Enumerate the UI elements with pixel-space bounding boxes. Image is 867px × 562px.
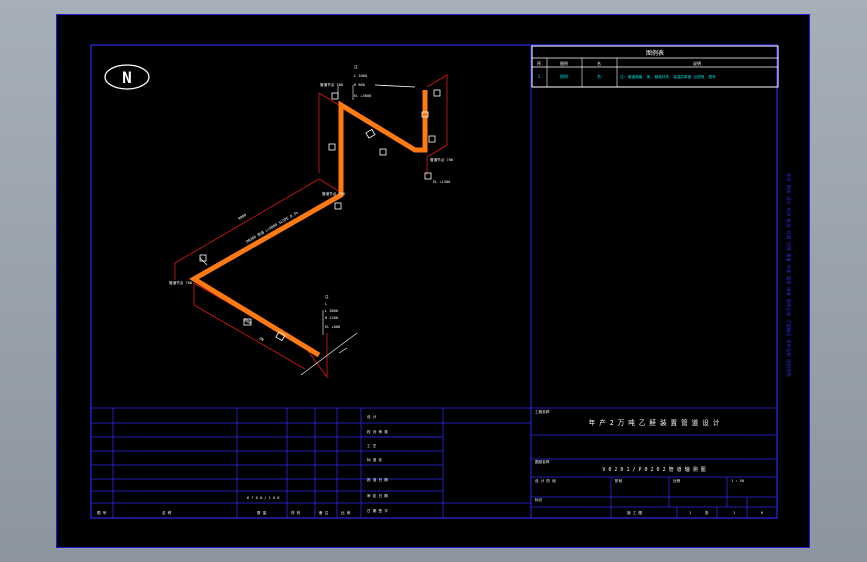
legend-cell-1: 1 [538, 74, 541, 79]
title-block-text: 设 计 校 对 审 核 工 艺 标 准 化 批 准 日 期 审 定 日 期 日 … [97, 409, 763, 515]
drawing-header: 图纸名称 [535, 459, 550, 464]
legend-header-1: 序 [537, 60, 541, 66]
label-bottom-dim-4: H 1200 [325, 316, 338, 320]
fitting-box-icon [328, 143, 336, 151]
stage-label: 设 计 阶 段 [535, 478, 556, 483]
label-bottom-dim-2: L [325, 302, 327, 306]
fitting-box-icon [199, 254, 207, 262]
compass-letter: N [122, 68, 132, 87]
label-top-dim-1: 注 [354, 64, 358, 69]
footer-cell-6: 比 例 [341, 510, 351, 515]
sign-row-1: 设 计 [367, 414, 377, 419]
cad-drawing-canvas: N 图例表 序 图例 名 说明 1 图例 名 注: 管道规格, 坡, 管道材质,… [90, 44, 792, 519]
legend-cell-4: 注: 管道规格, 坡, 管道材质, 保温层厚度 见说明, 图号 [620, 74, 716, 79]
last-row-4: 1 [733, 511, 735, 515]
piping-labels: 管道节点 700 注 L 1000 H 800 EL +3600 管道节点 70… [169, 64, 453, 342]
sign-row-3: 工 艺 [367, 443, 377, 448]
label-dim-long: 9000 [238, 213, 247, 221]
label-bottom-dim-3: L 3000 [325, 309, 338, 313]
drawing-sheet: N 图例表 序 图例 名 说明 1 图例 名 注: 管道规格, 坡, 管道材质,… [56, 14, 810, 548]
stage-value: 阶段 [615, 478, 623, 483]
legend-header-4: 说明 [693, 60, 701, 66]
fitting-box-icon [433, 89, 441, 97]
legend-header-3: 名 [597, 60, 601, 66]
sign-row-4: 标 准 化 [367, 457, 383, 462]
sign-row-2: 校 对 审 核 [367, 429, 388, 434]
piping-isometric: 管道节点 700 注 L 1000 H 800 EL +3600 管道节点 70… [169, 64, 453, 379]
fitting-box-icon [428, 135, 436, 143]
label-bottom-dim-1: 注 [325, 294, 329, 299]
footer-cell-3: 数 量 [257, 510, 267, 515]
footer-cell-2: 名 称 [162, 510, 172, 515]
label-bottom-dim-5: EL +800 [325, 325, 340, 329]
last-row-3: 张 [705, 510, 709, 515]
footer-cell-4: 材 料 [291, 510, 301, 515]
legend-table: 图例表 序 图例 名 说明 1 图例 名 注: 管道规格, 坡, 管道材质, 保… [531, 45, 779, 88]
label-long-run: DN300 管道 L=9000 SLOPE 0.3% [245, 210, 299, 244]
sign-row-6: 审 定 日 期 [367, 493, 388, 498]
side-annotation: 图号 审核 设计 校对 批准 日期 比例 重量 共张 第张 版本 修改记录 工程… [785, 173, 792, 377]
label-top-node: 管道节点 700 [320, 82, 343, 87]
legend-cell-3: 名 [597, 73, 601, 79]
pipe-route [189, 90, 428, 358]
sign-row-7: 日 期 签 字 [367, 508, 388, 513]
fitting-box-icon [424, 172, 432, 180]
rev-label: 标记 [535, 497, 543, 502]
drawing-title: V 0 2 0 1 / P 0 2 0 2 管 道 轴 测 图 [602, 466, 705, 473]
label-right-node: 管道节点 700 [430, 157, 453, 162]
sign-row-5: 批 准 日 期 [367, 477, 388, 482]
fitting-box-icon [334, 202, 342, 210]
project-header: 工程名称 [535, 409, 550, 414]
dimension-projection-lines [174, 74, 448, 379]
label-left-node: 管道节点 700 [169, 280, 192, 285]
legend-title: 图例表 [646, 49, 664, 57]
last-row-5: 6 [761, 511, 763, 515]
label-mid-node: 管道节点 700 [322, 191, 345, 196]
label-top-dim-3: H 800 [354, 83, 365, 87]
fitting-box-icon [331, 92, 339, 100]
label-top-dim-4: EL +3600 [354, 94, 371, 98]
last-row-2: 1 [689, 511, 691, 515]
legend-cell-2: 图例 [560, 73, 568, 79]
title-mid-value: 6 7 0 0 / 1 0 0 [247, 496, 279, 500]
label-bottom-dn: DN [259, 336, 265, 342]
label-right-elev: EL +1300 [433, 180, 450, 184]
legend-header-2: 图例 [560, 60, 568, 66]
scale-label: 比例 [673, 478, 681, 483]
fitting-box-icon [365, 128, 376, 139]
footer-cell-1: 图 号 [97, 510, 107, 515]
label-top-dim-2: L 1000 [354, 74, 367, 78]
fitting-box-icon [379, 148, 387, 156]
scale-value: 1 : 50 [731, 479, 744, 483]
footer-cell-5: 备 注 [319, 510, 329, 515]
project-title: 年 产 2 万 吨 乙 醛 装 置 管 道 设 计 [589, 418, 720, 427]
north-compass: N [104, 64, 150, 90]
last-row-1: 施 工 图 [627, 510, 643, 515]
